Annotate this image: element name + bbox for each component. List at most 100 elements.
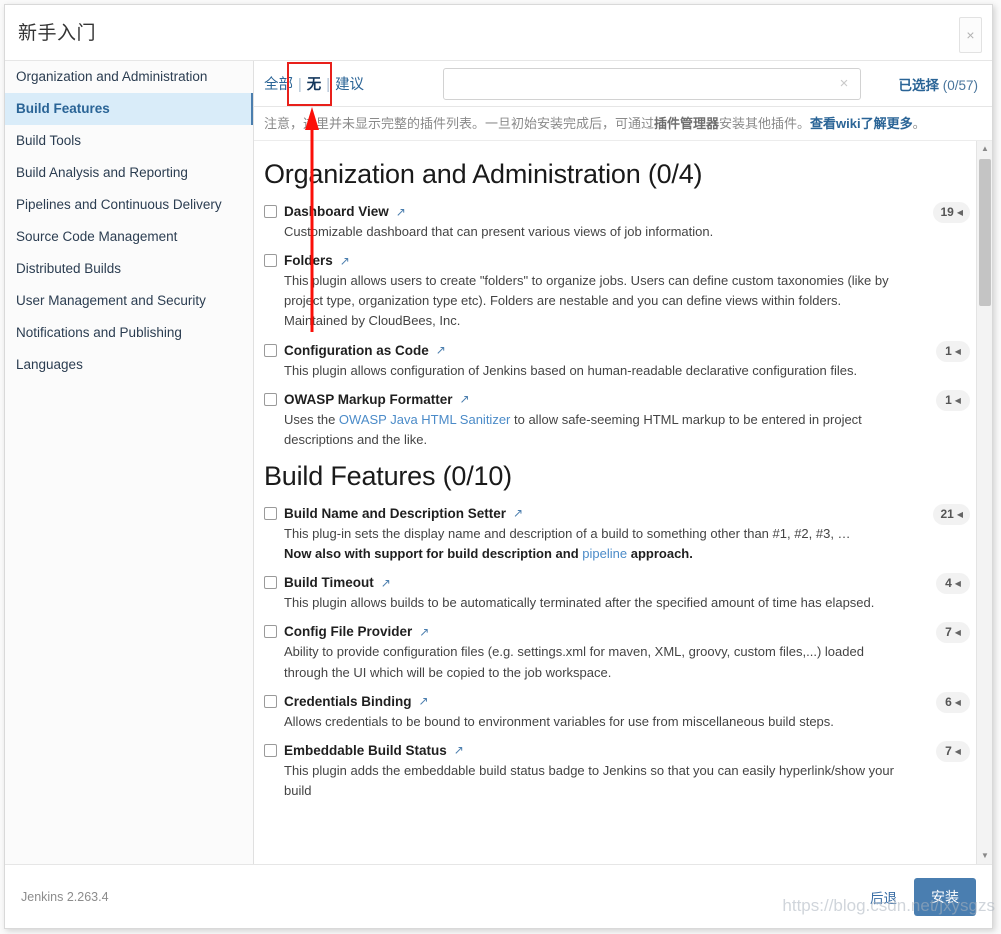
plugin-item: Configuration as Code ↗ This plugin allo… [264, 340, 976, 381]
plugin-name[interactable]: Configuration as Code [284, 343, 429, 358]
category-sidebar: Organization and Administration Build Fe… [5, 61, 254, 864]
sidebar-item-build-features[interactable]: Build Features [5, 93, 253, 125]
plugin-dependency-badge[interactable]: 1 ◀ [936, 340, 970, 362]
external-link-icon[interactable]: ↗ [396, 206, 406, 218]
plugin-dependency-badge[interactable]: 21 ◀ [933, 503, 970, 525]
tab-suggested[interactable]: 建议 [335, 77, 364, 93]
badge-triangle-icon: ◀ [954, 579, 961, 589]
tab-none[interactable]: 无 [307, 77, 322, 93]
plugin-checkbox-build-timeout[interactable] [264, 576, 277, 590]
plugin-checkbox-owasp-markup-formatter[interactable] [264, 392, 277, 406]
plugin-name[interactable]: Credentials Binding [284, 694, 412, 709]
dialog-titlebar: 新手入门 × [5, 5, 992, 61]
badge-triangle-icon: ◀ [954, 628, 961, 638]
plugin-description-text: This plugin allows configuration of Jenk… [284, 362, 858, 378]
plugin-name[interactable]: Embeddable Build Status [284, 743, 447, 758]
plugin-dependency-badge[interactable]: 7 ◀ [936, 740, 970, 762]
plugin-header: OWASP Markup Formatter ↗ [264, 392, 906, 407]
plugin-description-text: This plugin allows builds to be automati… [284, 595, 875, 611]
scroll-down-arrow-icon[interactable]: ▼ [977, 848, 992, 864]
filter-tabs: 全部 | 无 | 建议 [264, 73, 439, 94]
external-link-icon[interactable]: ↗ [340, 255, 350, 267]
sidebar-item-build-analysis-and-reporting[interactable]: Build Analysis and Reporting [5, 157, 253, 189]
notice-text-part3: 。 [912, 116, 926, 131]
owasp-sanitizer-link[interactable]: OWASP Java HTML Sanitizer [339, 412, 510, 427]
dialog-body: Organization and Administration Build Fe… [5, 61, 992, 864]
plugin-description-text: Uses the [284, 411, 339, 427]
badge-count: 7 [945, 743, 952, 758]
notice-wiki-link[interactable]: 查看wiki了解更多 [810, 116, 913, 131]
plugin-list-area: Organization and Administration (0/4) Da… [254, 141, 992, 864]
external-link-icon[interactable]: ↗ [419, 695, 429, 707]
scroll-up-arrow-icon[interactable]: ▲ [977, 141, 992, 157]
sidebar-item-build-tools[interactable]: Build Tools [5, 125, 253, 157]
plugin-description: This plugin allows configuration of Jenk… [284, 361, 906, 381]
external-link-icon[interactable]: ↗ [454, 744, 464, 756]
scrollbar-thumb[interactable] [979, 159, 991, 306]
screenshot-root: 新手入门 × Organization and Administration B… [0, 0, 1001, 934]
plugin-checkbox-configuration-as-code[interactable] [264, 343, 277, 357]
search-container: × [443, 67, 861, 100]
plugin-name[interactable]: Build Name and Description Setter [284, 506, 506, 521]
plugin-header: Embeddable Build Status ↗ [264, 743, 906, 758]
pipeline-link[interactable]: pipeline [582, 546, 627, 561]
sidebar-item-organization-and-administration[interactable]: Organization and Administration [5, 61, 253, 93]
external-link-icon[interactable]: ↗ [436, 344, 446, 356]
selected-count-value: (0/57) [942, 77, 978, 93]
external-link-icon[interactable]: ↗ [419, 626, 429, 638]
tab-all[interactable]: 全部 [264, 77, 293, 93]
external-link-icon[interactable]: ↗ [513, 507, 523, 519]
plugin-description: This plug-in sets the display name and d… [284, 524, 906, 564]
plugin-name[interactable]: Dashboard View [284, 204, 389, 219]
plugin-checkbox-config-file-provider[interactable] [264, 625, 277, 639]
plugin-checkbox-folders[interactable] [264, 254, 277, 268]
plugin-description: Allows credentials to be bound to enviro… [284, 712, 906, 732]
plugin-name[interactable]: OWASP Markup Formatter [284, 392, 453, 407]
plugin-description-bold: Now also with support for build descript… [284, 546, 583, 562]
sidebar-item-source-code-management[interactable]: Source Code Management [5, 221, 253, 253]
plugin-description: Ability to provide configuration files (… [284, 642, 906, 682]
notice-text-part2: 安装其他插件。 [719, 116, 811, 131]
selected-count[interactable]: 已选择 (0/57) [898, 74, 978, 94]
plugin-checkbox-build-name-and-description-setter[interactable] [264, 506, 277, 520]
sidebar-item-languages[interactable]: Languages [5, 349, 253, 381]
selected-count-label: 已选择 [898, 77, 939, 93]
plugin-pane: 全部 | 无 | 建议 × 已选择 (0/57) 注意，这里并未显示完整的插件列表。一旦… [254, 61, 992, 864]
plugin-name[interactable]: Build Timeout [284, 575, 374, 590]
plugin-checkbox-embeddable-build-status[interactable] [264, 743, 277, 757]
plugin-header: Credentials Binding ↗ [264, 694, 906, 709]
badge-count: 1 [945, 392, 952, 407]
plugin-header: Config File Provider ↗ [264, 624, 906, 639]
plugin-checkbox-credentials-binding[interactable] [264, 694, 277, 708]
plugin-list-scrollbar[interactable]: ▲ ▼ [976, 141, 992, 864]
plugin-item: Credentials Binding ↗ Allows credentials… [264, 691, 976, 732]
close-icon[interactable]: × [959, 17, 982, 53]
plugin-item: Embeddable Build Status ↗ This plugin ad… [264, 740, 976, 801]
plugin-header: Configuration as Code ↗ [264, 343, 906, 358]
install-button[interactable]: 安装 [914, 877, 976, 916]
badge-triangle-icon: ◀ [956, 208, 963, 217]
search-input[interactable] [443, 67, 861, 100]
sidebar-item-user-management-and-security[interactable]: User Management and Security [5, 285, 253, 317]
plugin-name[interactable]: Folders [284, 253, 333, 268]
plugin-dependency-badge[interactable]: 7 ◀ [936, 622, 970, 644]
plugin-name[interactable]: Config File Provider [284, 624, 412, 639]
plugin-header: Dashboard View ↗ [264, 204, 906, 219]
page-title: 新手入门 [18, 23, 97, 44]
badge-count: 1 [945, 343, 952, 358]
sidebar-item-notifications-and-publishing[interactable]: Notifications and Publishing [5, 317, 253, 349]
clear-search-icon[interactable]: × [835, 75, 853, 93]
jenkins-version: Jenkins 2.263.4 [21, 889, 109, 904]
plugin-dependency-badge[interactable]: 6 ◀ [936, 691, 970, 713]
sidebar-item-pipelines-and-continuous-delivery[interactable]: Pipelines and Continuous Delivery [5, 189, 253, 221]
external-link-icon[interactable]: ↗ [460, 393, 470, 405]
plugin-description: This plugin allows builds to be automati… [284, 593, 906, 613]
plugin-dependency-badge[interactable]: 4 ◀ [936, 573, 970, 595]
plugin-checkbox-dashboard-view[interactable] [264, 205, 277, 218]
back-button[interactable]: 后退 [870, 887, 897, 907]
plugin-dependency-badge[interactable]: 1 ◀ [936, 389, 970, 411]
plugin-dependency-badge[interactable]: 19 ◀ [933, 202, 970, 223]
plugin-header: Folders ↗ [264, 253, 906, 268]
external-link-icon[interactable]: ↗ [381, 577, 391, 589]
sidebar-item-distributed-builds[interactable]: Distributed Builds [5, 253, 253, 285]
